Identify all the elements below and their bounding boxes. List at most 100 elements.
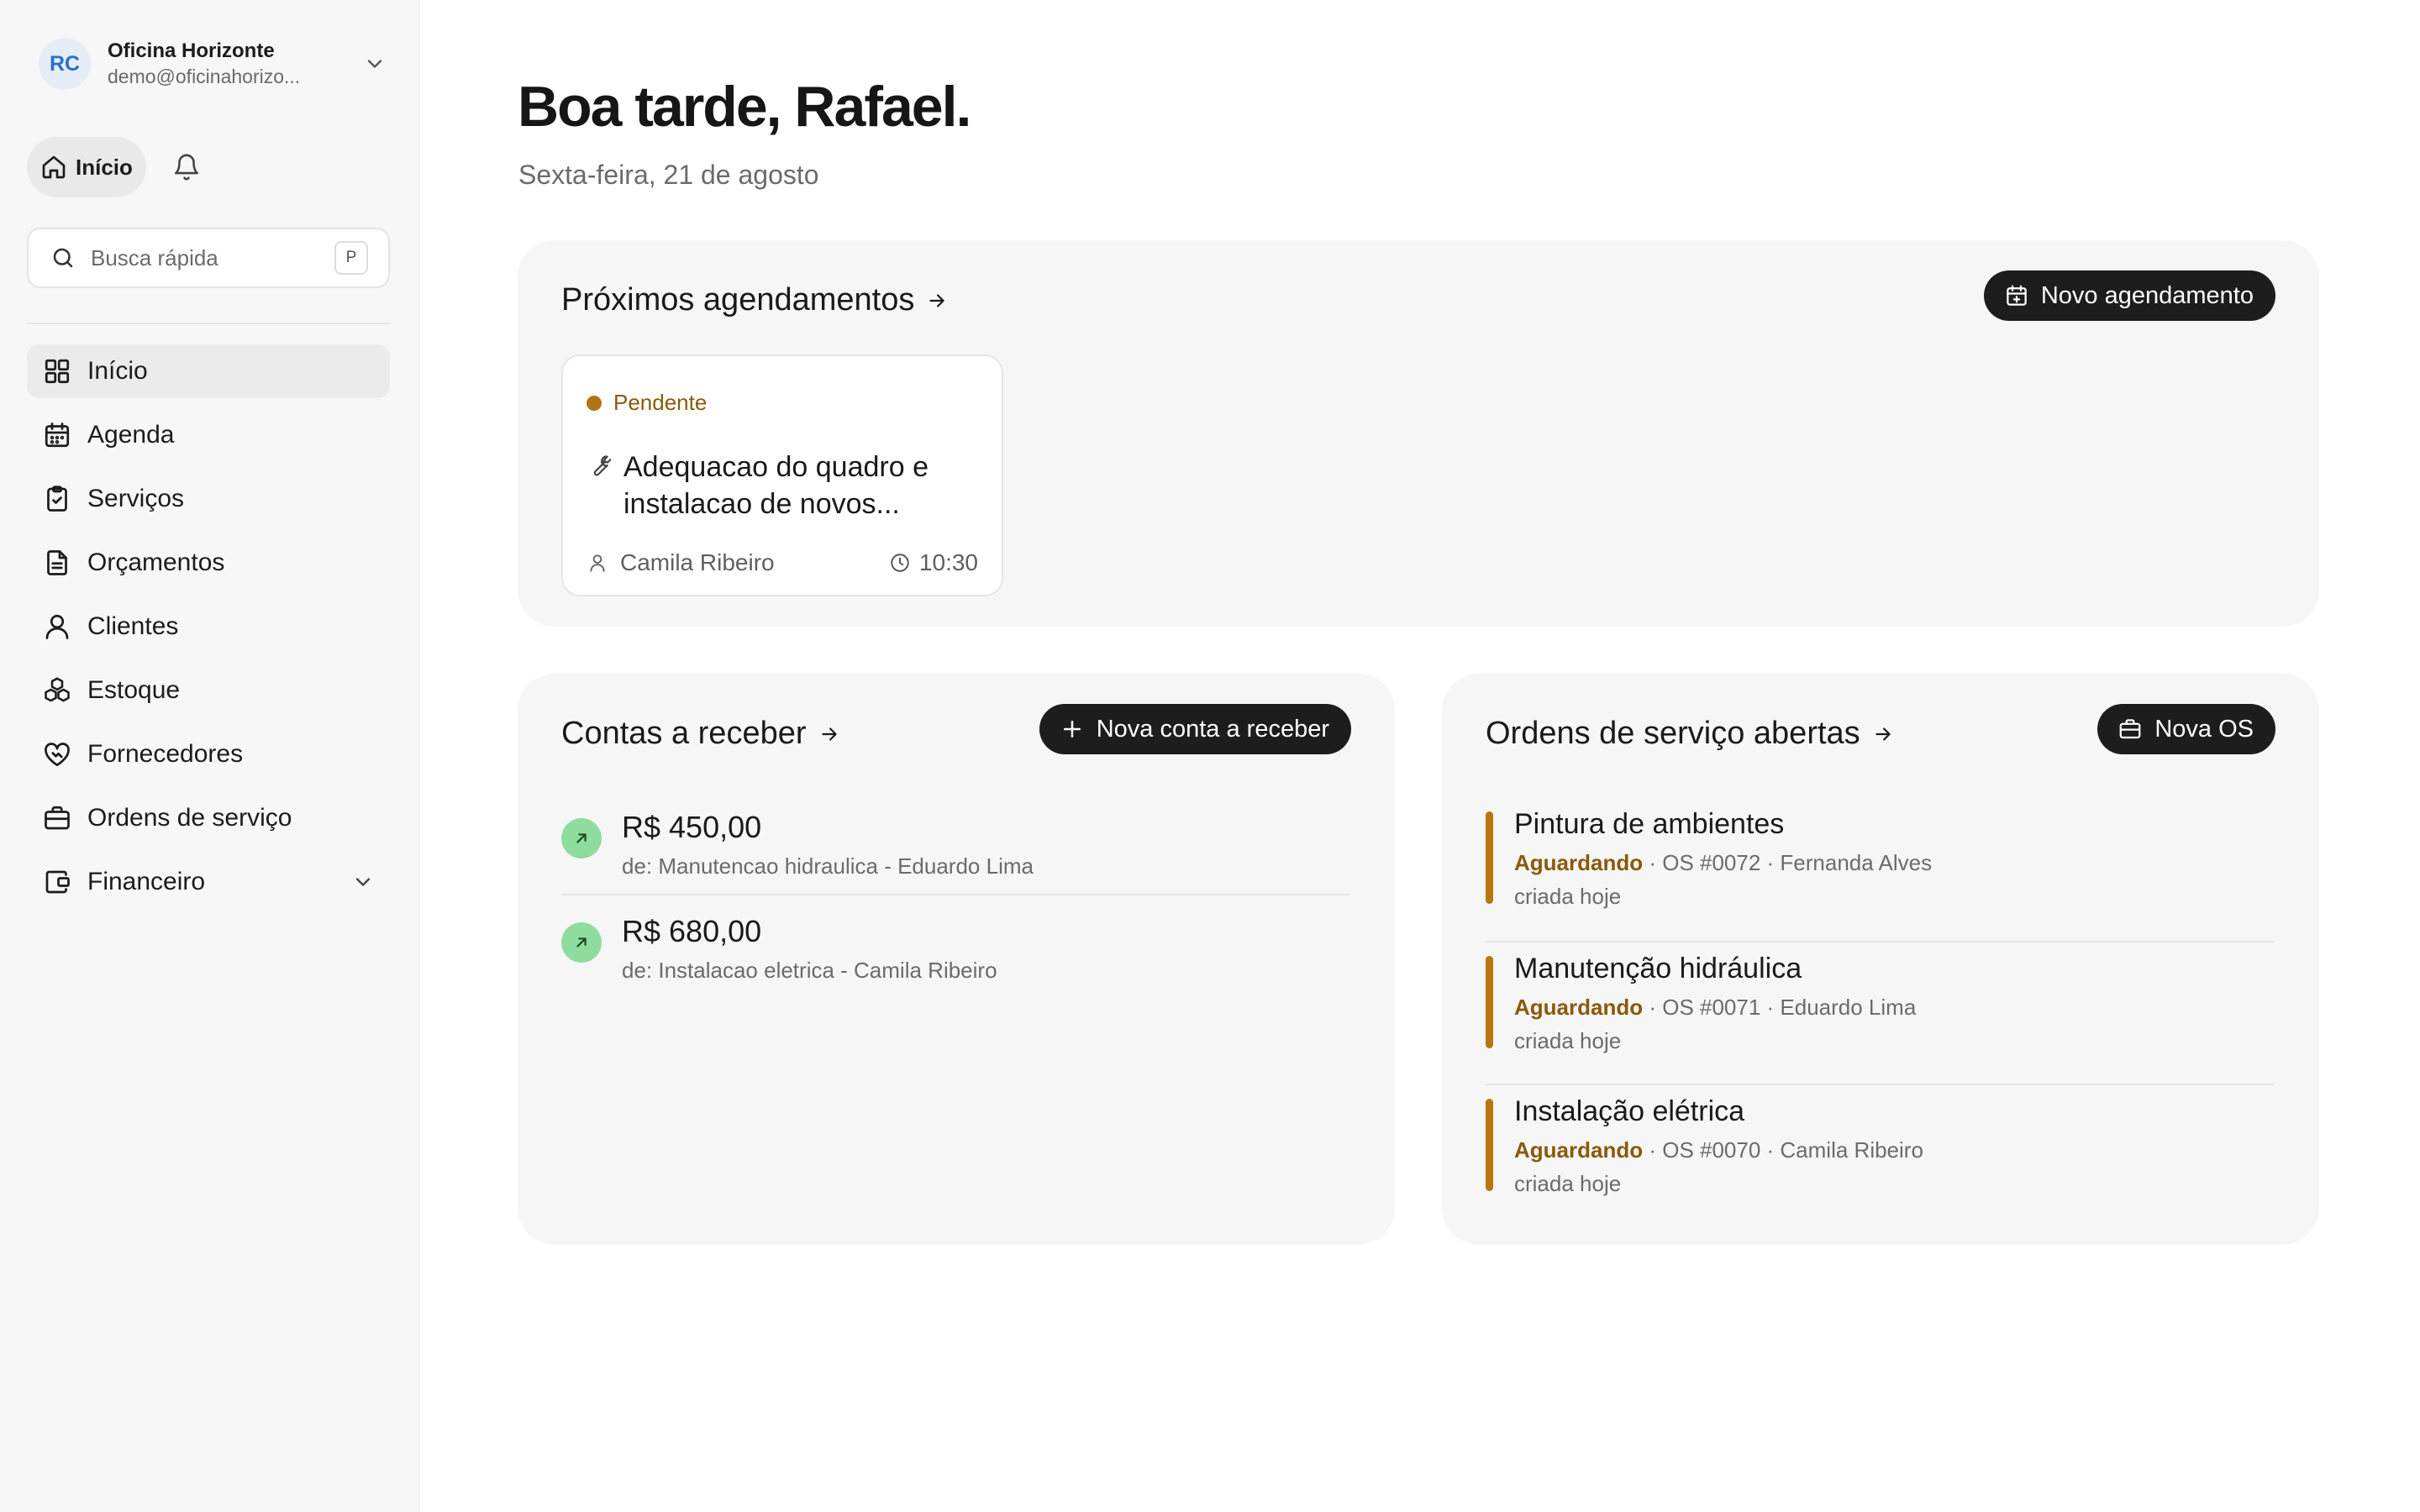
list-item[interactable]: R$ 680,00 de: Instalacao eletrica - Cami… xyxy=(561,894,1349,996)
bell-icon xyxy=(174,154,198,181)
appointment-title: Adequacao do quadro e instalacao de novo… xyxy=(587,449,981,522)
account-info: Oficina Horizonte demo@oficinahorizo... xyxy=(108,39,334,89)
sidebar-item-financeiro[interactable]: Financeiro xyxy=(27,855,390,909)
receivables-card: Contas a receber Nova conta a receber R$… xyxy=(518,674,1395,1245)
os-meta: Aguardando · OS #0070 · Camila Ribeiro xyxy=(1514,1137,1923,1163)
receivable-amount: R$ 680,00 xyxy=(622,914,762,948)
appointments-card: Próximos agendamentos Novo agendamento P… xyxy=(518,240,2319,627)
search-placeholder: Busca rápida xyxy=(91,244,218,270)
sidebar-item-label: Clientes xyxy=(87,612,179,640)
new-receivable-button[interactable]: Nova conta a receber xyxy=(1039,704,1351,754)
notifications-button[interactable] xyxy=(166,147,207,187)
appointment-card[interactable]: Pendente Adequacao do quadro e instalaca… xyxy=(561,354,1003,596)
account-switcher[interactable]: RC Oficina Horizonte demo@oficinahorizo.… xyxy=(39,34,387,94)
status-badge: Pendente xyxy=(587,390,707,416)
receivables-title: Contas a receber xyxy=(561,716,807,751)
briefcase-icon xyxy=(45,806,70,830)
income-arrow-icon xyxy=(561,922,602,963)
client-name: Camila Ribeiro xyxy=(620,549,775,575)
appointments-title-link[interactable]: Próximos agendamentos xyxy=(561,282,948,318)
os-status: Aguardando xyxy=(1514,1137,1644,1163)
sidebar-item-label: Início xyxy=(87,357,148,385)
sidebar-item-agenda[interactable]: Agenda xyxy=(27,408,390,462)
appointment-footer: Camila Ribeiro 10:30 xyxy=(587,549,978,576)
sidebar-item-estoque[interactable]: Estoque xyxy=(27,664,390,717)
user-icon xyxy=(590,554,605,572)
new-appointment-label: Novo agendamento xyxy=(2040,281,2254,309)
chevron-down-icon[interactable] xyxy=(351,870,375,894)
os-details: · OS #0071 · Eduardo Lima xyxy=(1643,995,1917,1020)
list-item[interactable]: Pintura de ambientes Aguardando · OS #00… xyxy=(1486,798,2274,941)
os-meta: Aguardando · OS #0072 · Fernanda Alves xyxy=(1514,850,1932,876)
os-status: Aguardando xyxy=(1514,995,1644,1020)
sidebar-item-ordens-de-servico[interactable]: Ordens de serviço xyxy=(27,791,390,845)
sidebar-item-label: Orçamentos xyxy=(87,549,225,576)
avatar: RC xyxy=(39,38,91,90)
income-arrow-icon xyxy=(561,818,602,858)
os-created: criada hoje xyxy=(1514,1171,1622,1196)
time-value: 10:30 xyxy=(918,549,978,575)
clipboard-check-icon xyxy=(47,486,67,512)
sidebar-item-clientes[interactable]: Clientes xyxy=(27,600,390,654)
current-date: Sexta-feira, 21 de agosto xyxy=(518,160,819,190)
quick-search[interactable]: Busca rápida P xyxy=(27,228,390,288)
sidebar-item-servicos[interactable]: Serviços xyxy=(27,472,390,526)
clock-icon xyxy=(891,554,909,572)
service-orders-card: Ordens de serviço abertas Nova OS Pintur… xyxy=(1442,674,2319,1245)
user-icon xyxy=(45,614,69,639)
arrow-right-icon xyxy=(929,293,945,307)
chevron-down-icon[interactable] xyxy=(363,52,387,76)
divider xyxy=(27,323,390,324)
sidebar-item-label: Serviços xyxy=(87,485,185,512)
sidebar: RC Oficina Horizonte demo@oficinahorizo.… xyxy=(0,0,420,1512)
plus-icon xyxy=(1063,721,1081,738)
status-bar xyxy=(1486,1099,1493,1191)
wrench-icon xyxy=(593,455,612,476)
tab-home-label: Início xyxy=(76,154,133,180)
sidebar-item-label: Agenda xyxy=(87,421,175,449)
new-receivable-label: Nova conta a receber xyxy=(1096,715,1329,743)
arrow-right-icon xyxy=(821,727,837,741)
appointment-client: Camila Ribeiro xyxy=(587,549,889,576)
handshake-heart-icon xyxy=(45,743,70,767)
sidebar-item-orcamentos[interactable]: Orçamentos xyxy=(27,536,390,590)
sidebar-item-label: Financeiro xyxy=(87,868,206,895)
service-orders-list: Pintura de ambientes Aguardando · OS #00… xyxy=(1486,798,2274,1226)
receivables-list: R$ 450,00 de: Manutencao hidraulica - Ed… xyxy=(561,791,1349,996)
receivables-title-link[interactable]: Contas a receber xyxy=(561,716,840,752)
list-item[interactable]: Manutenção hidráulica Aguardando · OS #0… xyxy=(1486,941,2274,1084)
appointment-time: 10:30 xyxy=(889,549,978,576)
account-email: demo@oficinahorizo... xyxy=(108,66,301,87)
sidebar-item-inicio[interactable]: Início xyxy=(27,344,390,398)
status-bar xyxy=(1486,811,1493,904)
main-nav: Início Agenda Serviços Orçamentos Client… xyxy=(27,344,390,919)
os-details: · OS #0072 · Fernanda Alves xyxy=(1643,850,1933,875)
receivable-amount: R$ 450,00 xyxy=(622,810,762,844)
arrow-right-icon xyxy=(1876,727,1891,741)
search-icon xyxy=(53,248,73,268)
calendar-plus-icon xyxy=(2007,285,2027,306)
account-name: Oficina Horizonte xyxy=(108,39,275,62)
new-appointment-button[interactable]: Novo agendamento xyxy=(1983,270,2275,321)
appointment-title-text: Adequacao do quadro e instalacao de novo… xyxy=(623,451,929,520)
sidebar-item-label: Ordens de serviço xyxy=(87,804,292,832)
new-os-button[interactable]: Nova OS xyxy=(2097,704,2275,754)
os-created: criada hoje xyxy=(1514,884,1622,909)
status-dot xyxy=(587,395,602,411)
list-item[interactable]: R$ 450,00 de: Manutencao hidraulica - Ed… xyxy=(561,791,1349,894)
receivable-description: de: Instalacao eletrica - Camila Ribeiro xyxy=(622,958,997,983)
shortcut-badge: P xyxy=(334,241,368,275)
sidebar-item-fornecedores[interactable]: Fornecedores xyxy=(27,727,390,781)
home-icon xyxy=(42,155,66,179)
appointments-title: Próximos agendamentos xyxy=(561,282,915,318)
sidebar-item-label: Fornecedores xyxy=(87,740,244,768)
os-title: Instalação elétrica xyxy=(1514,1095,1745,1127)
os-created: criada hoje xyxy=(1514,1028,1622,1053)
list-item[interactable]: Instalação elétrica Aguardando · OS #007… xyxy=(1486,1084,2274,1226)
tab-home[interactable]: Início xyxy=(27,137,146,197)
grid-icon xyxy=(45,359,70,384)
boxes-icon xyxy=(45,677,70,702)
document-icon xyxy=(47,550,67,575)
service-orders-title-link[interactable]: Ordens de serviço abertas xyxy=(1486,716,1894,752)
os-title: Pintura de ambientes xyxy=(1514,808,1785,840)
